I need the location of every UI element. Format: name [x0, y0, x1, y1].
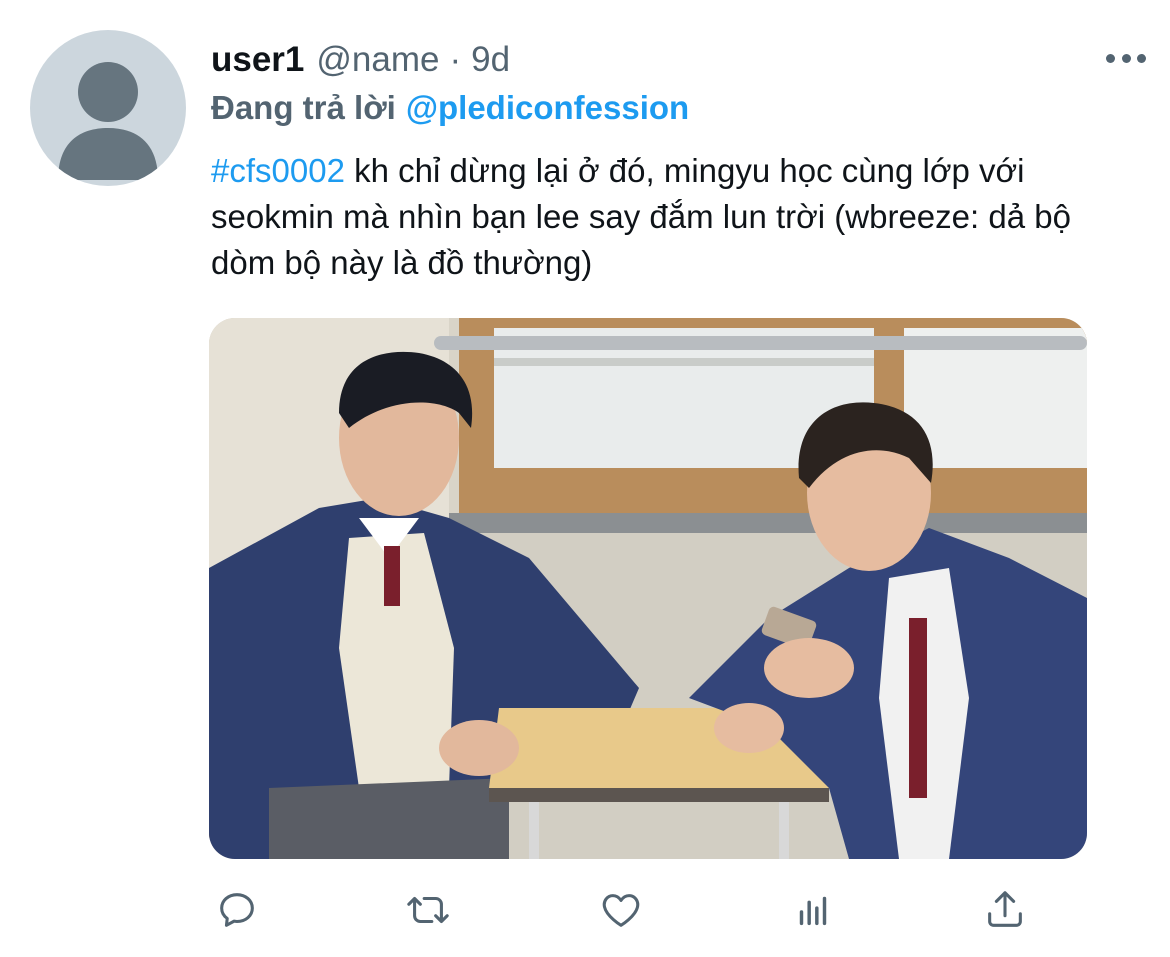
tweet-text: #cfs0002 kh chỉ dừng lại ở đó, mingyu họ…	[211, 148, 1111, 286]
share-icon[interactable]	[977, 882, 1033, 938]
tweet-actions	[209, 882, 1039, 938]
user-handle[interactable]: @name	[316, 40, 439, 80]
username[interactable]: user1	[211, 40, 304, 80]
tweet-header: user1 @name · 9d	[211, 38, 510, 82]
default-user-avatar-icon	[58, 62, 158, 180]
replying-to-label: Đang trả lời	[211, 89, 396, 126]
analytics-icon[interactable]	[785, 882, 841, 938]
hashtag-link[interactable]: #cfs0002	[211, 152, 345, 189]
tweet-photo[interactable]	[209, 318, 1087, 859]
avatar[interactable]	[30, 30, 186, 186]
more-options-icon[interactable]	[1106, 48, 1146, 68]
replying-to: Đang trả lời @plediconfession	[211, 86, 689, 130]
separator-dot: ·	[449, 40, 462, 79]
tweet-timestamp[interactable]: 9d	[471, 40, 510, 80]
reply-icon[interactable]	[209, 882, 265, 938]
heart-icon[interactable]	[593, 882, 649, 938]
retweet-icon[interactable]	[400, 882, 456, 938]
reply-mention-link[interactable]: @plediconfession	[406, 89, 689, 127]
